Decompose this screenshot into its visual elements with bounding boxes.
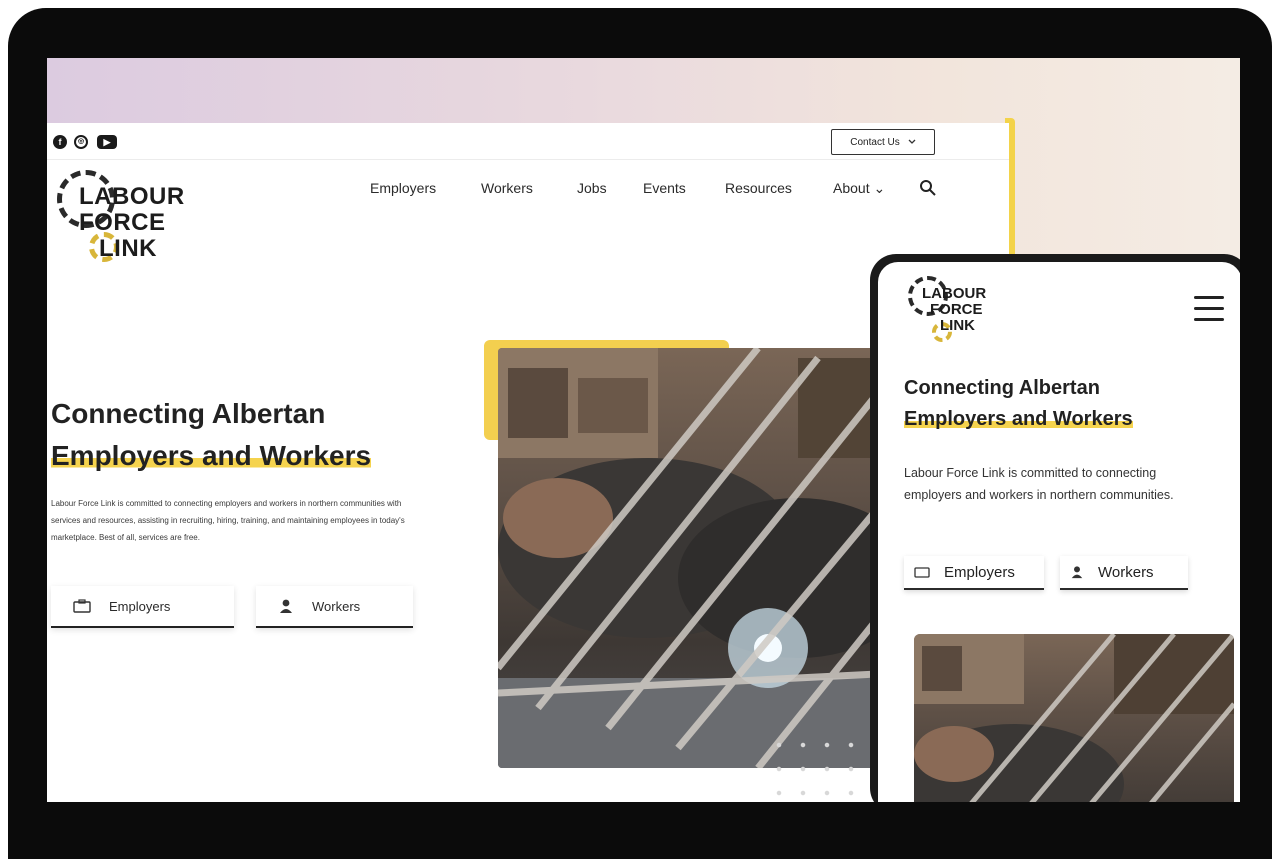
briefcase-icon [73, 599, 91, 613]
nav-workers[interactable]: Workers [481, 180, 533, 196]
logo-line-2: FORCE [79, 209, 166, 236]
mobile-employers-label: Employers [944, 563, 1015, 581]
chevron-down-icon [908, 139, 916, 144]
facebook-icon[interactable]: f [53, 135, 67, 149]
mobile-logo-line-3: LINK [940, 317, 975, 334]
workers-button[interactable]: Workers [256, 586, 413, 628]
hero-title-line-2: Employers and Workers [51, 440, 372, 471]
mobile-welding-scene-illustration [914, 634, 1234, 802]
hero-description: Labour Force Link is committed to connec… [51, 499, 405, 542]
site-logo[interactable]: LABOUR FORCE LINK [57, 170, 197, 270]
mobile-hero-photo-welder [914, 634, 1234, 802]
logo-line-3: LINK [99, 235, 157, 262]
nav-employers[interactable]: Employers [370, 180, 436, 196]
mobile-employers-button[interactable]: Employers [904, 556, 1044, 590]
mobile-site: LABOUR FORCE LINK Connecting Albertan Em… [878, 262, 1240, 802]
hamburger-menu-icon[interactable] [1194, 296, 1224, 322]
contact-us-button[interactable]: Contact Us [831, 129, 935, 155]
briefcase-icon [914, 567, 930, 578]
top-bar: f ◎ ▶ Contact Us [47, 123, 1009, 160]
laptop-screen: f ◎ ▶ Contact Us LABOUR FORCE LINK Emplo… [47, 58, 1240, 802]
nav-events[interactable]: Events [643, 180, 686, 196]
nav-resources[interactable]: Resources [725, 180, 792, 196]
nav-jobs[interactable]: Jobs [577, 180, 607, 196]
worker-icon [1071, 566, 1083, 579]
mobile-device: LABOUR FORCE LINK Connecting Albertan Em… [870, 254, 1240, 802]
mobile-logo-line-2: FORCE [930, 301, 983, 318]
hero-title-line-1: Connecting Albertan [51, 398, 326, 429]
mobile-hero-title: Connecting Albertan Employers and Worker… [904, 373, 1133, 435]
nav-about[interactable]: About ⌄ [833, 180, 885, 197]
mobile-site-logo[interactable]: LABOUR FORCE LINK [908, 276, 1018, 356]
mockup-stage: f ◎ ▶ Contact Us LABOUR FORCE LINK Emplo… [0, 0, 1280, 859]
instagram-icon[interactable]: ◎ [74, 135, 88, 149]
logo-line-1: LABOUR [79, 183, 185, 210]
dot-pattern [767, 733, 887, 802]
hero-title: Connecting Albertan Employers and Worker… [51, 393, 372, 477]
mobile-hero-description: Labour Force Link is committed to connec… [904, 466, 1174, 502]
mobile-logo-line-1: LABOUR [922, 285, 987, 302]
employers-button[interactable]: Employers [51, 586, 234, 628]
employers-button-label: Employers [109, 598, 171, 614]
youtube-icon[interactable]: ▶ [97, 135, 117, 149]
workers-button-label: Workers [312, 598, 361, 614]
mobile-workers-button[interactable]: Workers [1060, 556, 1188, 590]
worker-icon [280, 599, 292, 613]
mobile-hero-title-line-1: Connecting Albertan [904, 377, 1100, 399]
mobile-hero-title-line-2: Employers and Workers [904, 408, 1133, 430]
contact-us-label: Contact Us [850, 136, 900, 148]
mobile-workers-label: Workers [1098, 563, 1154, 581]
search-icon[interactable] [919, 179, 937, 197]
desktop-site-window: f ◎ ▶ Contact Us LABOUR FORCE LINK Emplo… [47, 123, 1009, 802]
